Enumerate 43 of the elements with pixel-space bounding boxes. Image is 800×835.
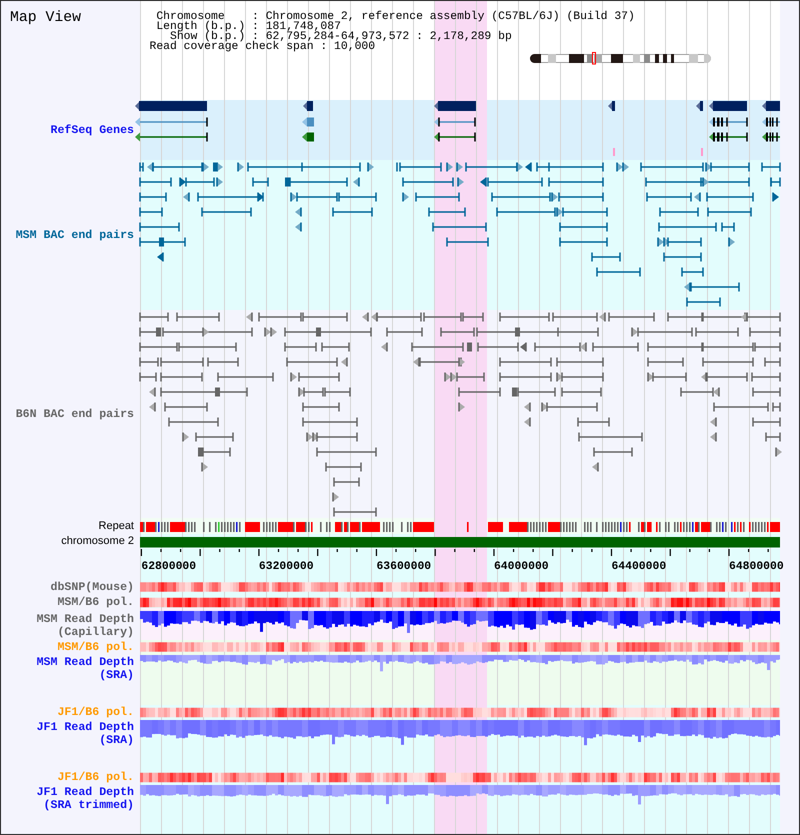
ruler-label: 64800000 xyxy=(729,561,784,573)
track-label: RefSeq Genes xyxy=(50,124,134,136)
track-label: MSM/B6 pol. xyxy=(57,640,134,654)
gene-model xyxy=(434,132,476,142)
gene-model xyxy=(303,101,313,111)
gene-model xyxy=(135,101,207,111)
track-label: JF1/B6 pol. xyxy=(57,771,134,784)
track-label: JF1 Read Depth (SRA) xyxy=(36,720,134,746)
track-label: JF1 Read Depth (SRA trimmed) xyxy=(36,786,134,812)
gene-model xyxy=(302,118,314,126)
gene-model xyxy=(762,132,780,142)
info-line: Show (b.p.) : 62,795,284-64,973,572 : 2,178,289 bp xyxy=(170,32,512,42)
track-label: chromosome 2 xyxy=(61,535,134,548)
gene-model xyxy=(434,101,476,111)
gene-model xyxy=(709,132,748,142)
gene-model xyxy=(696,101,703,111)
ruler-label: 63600000 xyxy=(376,561,432,573)
gene-model xyxy=(434,118,476,126)
gene-model xyxy=(762,101,780,111)
gene-model xyxy=(302,132,314,142)
ruler-label: 64000000 xyxy=(494,561,549,573)
track-label: MSM Read Depth (Capillary) xyxy=(36,612,134,638)
gene-model xyxy=(608,101,615,111)
info-line: Chromosome : Chromosome 2, reference assembly (C57BL/6J) (Build 37) xyxy=(156,12,635,22)
track-label: MSM/B6 pol. xyxy=(57,596,134,609)
position-marker-icon xyxy=(701,148,703,156)
position-marker-icon xyxy=(613,148,615,156)
ruler-label: 62800000 xyxy=(141,561,196,573)
info-line: Length (b.p.) : 181,748,087 xyxy=(156,22,341,32)
info-line: Read coverage check span : 10,000 xyxy=(150,42,376,52)
gene-model xyxy=(709,101,747,111)
track-label: JF1/B6 pol. xyxy=(57,706,134,719)
track-label: MSM BAC end pairs xyxy=(16,228,134,242)
ruler-label: 63200000 xyxy=(258,561,314,573)
track-label: Repeat xyxy=(98,520,134,532)
track-label: dbSNP(Mouse) xyxy=(50,580,134,594)
track-label: B6N BAC end pairs xyxy=(16,408,134,420)
gene-model xyxy=(709,118,748,126)
page-title: Map View xyxy=(10,10,82,27)
track-label: MSM Read Depth (SRA) xyxy=(36,656,134,682)
region-marker-icon xyxy=(592,52,596,64)
gene-model xyxy=(762,118,780,126)
ruler-label: 64400000 xyxy=(611,561,666,573)
